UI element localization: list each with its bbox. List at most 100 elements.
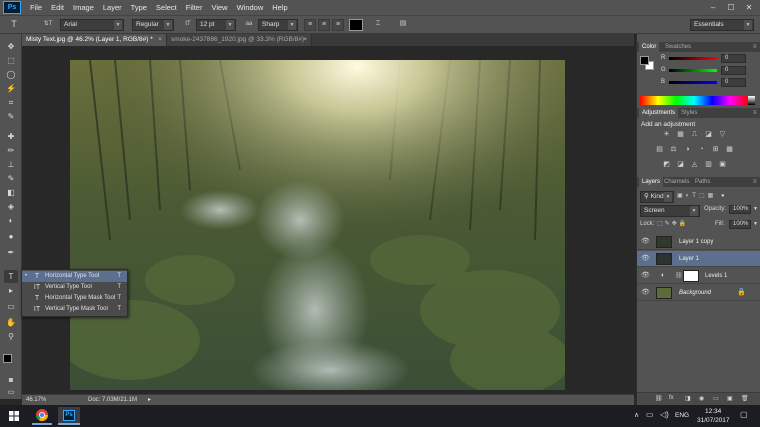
eraser-tool-icon[interactable]: ◧ xyxy=(4,186,18,199)
tab-swatches[interactable]: Swatches xyxy=(665,42,691,52)
selective-color-icon[interactable]: ▣ xyxy=(718,161,727,169)
layer-row[interactable]: 👁 Layer 1 copy xyxy=(637,234,760,250)
font-size-select[interactable]: 12 pt ▼ xyxy=(196,19,236,31)
quick-select-tool-icon[interactable]: ⚡ xyxy=(4,82,18,95)
panel-menu-icon[interactable]: ≡ xyxy=(753,108,757,118)
path-selection-tool-icon[interactable]: ▸ xyxy=(4,284,18,297)
tab-layers[interactable]: Layers xyxy=(639,177,664,187)
layer-filter-kind-select[interactable]: ⚲ Kind ▼ xyxy=(640,191,674,203)
color-ramp-bw[interactable] xyxy=(748,96,755,105)
text-color-swatch[interactable] xyxy=(349,19,363,31)
menu-image[interactable]: Image xyxy=(73,3,94,12)
menu-edit[interactable]: Edit xyxy=(51,3,64,12)
curves-icon[interactable]: ⎍ xyxy=(690,131,699,139)
color-lookup-icon[interactable]: ▦ xyxy=(725,146,734,154)
flyout-horizontal-type-mask[interactable]: T Horizontal Type Mask Tool T xyxy=(22,293,127,304)
new-group-icon[interactable]: ▭ xyxy=(713,395,719,402)
windows-start-icon[interactable] xyxy=(9,411,19,421)
volume-icon[interactable]: ◁) xyxy=(660,410,669,419)
screen-mode-icon[interactable]: ▭ xyxy=(4,386,18,399)
tab-misty-text[interactable]: Misty Text.jpg @ 46.2% (Layer 1, RGB/8#)… xyxy=(22,34,167,46)
chevron-up-icon[interactable]: ∧ xyxy=(634,411,639,419)
flyout-vertical-type[interactable]: IT Vertical Type Tool T xyxy=(22,282,127,293)
channel-mixer-icon[interactable]: ⊞ xyxy=(711,146,720,154)
levels-icon[interactable]: ▦ xyxy=(676,131,685,139)
lasso-tool-icon[interactable]: ◯ xyxy=(4,68,18,81)
posterize-icon[interactable]: ◪ xyxy=(676,161,685,169)
align-right-icon[interactable]: ≡ xyxy=(332,19,344,31)
gradient-map-icon[interactable]: ▥ xyxy=(704,161,713,169)
close-tab-icon[interactable]: × xyxy=(303,34,307,46)
warp-text-icon[interactable]: ⌶ xyxy=(372,19,384,31)
menu-select[interactable]: Select xyxy=(156,3,177,12)
fill-input[interactable]: 100% xyxy=(729,220,751,229)
rectangle-tool-icon[interactable]: ▭ xyxy=(4,300,18,313)
menu-file[interactable]: File xyxy=(30,3,42,12)
blend-mode-select[interactable]: Screen ▼ xyxy=(640,205,700,217)
blur-tool-icon[interactable]: ◐ xyxy=(4,214,18,227)
zoom-level[interactable]: 46.17% xyxy=(26,395,46,405)
flyout-vertical-type-mask[interactable]: IT Vertical Type Mask Tool T xyxy=(22,304,127,315)
status-menu-icon[interactable]: ▸ xyxy=(148,395,151,405)
align-center-icon[interactable]: ≡ xyxy=(318,19,330,31)
layer-row[interactable]: 👁 ◐ ⛓ Levels 1 xyxy=(637,268,760,284)
link-layers-icon[interactable]: ⛓ xyxy=(655,395,663,402)
hand-tool-icon[interactable]: ✋ xyxy=(4,316,18,329)
dodge-tool-icon[interactable]: ● xyxy=(4,230,18,243)
tab-color[interactable]: Color xyxy=(639,42,660,52)
brightness-icon[interactable]: ☀ xyxy=(662,131,671,139)
clock-date[interactable]: 31/07/2017 xyxy=(697,417,730,424)
invert-icon[interactable]: ◩ xyxy=(662,161,671,169)
tab-smoke[interactable]: smoke-2437886_1920.jpg @ 33.3% (RGB/8#) … xyxy=(167,34,312,46)
menu-layer[interactable]: Layer xyxy=(103,3,122,12)
brush-tool-icon[interactable]: ✏ xyxy=(4,144,18,157)
menu-filter[interactable]: Filter xyxy=(186,3,203,12)
type-tool-preset-icon[interactable]: T xyxy=(8,19,20,31)
crop-tool-icon[interactable]: ⌗ xyxy=(4,96,18,109)
color-spectrum[interactable] xyxy=(640,96,748,105)
menu-window[interactable]: Window xyxy=(237,3,264,12)
photo-filter-icon[interactable]: ◔ xyxy=(697,146,706,154)
eye-icon[interactable]: 👁 xyxy=(641,285,651,301)
font-family-select[interactable]: Arial ▼ xyxy=(60,19,124,31)
flyout-horizontal-type[interactable]: • T Horizontal Type Tool T xyxy=(22,271,127,282)
threshold-icon[interactable]: ◬ xyxy=(690,161,699,169)
channel-g-slider[interactable] xyxy=(669,69,717,72)
pen-tool-icon[interactable]: ✒ xyxy=(4,246,18,259)
panel-menu-icon[interactable]: ≡ xyxy=(753,177,757,187)
layer-row[interactable]: 👁 Layer 1 xyxy=(637,251,760,267)
workspace-select[interactable]: Essentials ▼ xyxy=(690,19,754,31)
hue-saturation-icon[interactable]: ▤ xyxy=(655,146,664,154)
opacity-input[interactable]: 100% xyxy=(729,205,751,214)
color-balance-icon[interactable]: ⚖ xyxy=(669,146,678,154)
channel-g-input[interactable]: 0 xyxy=(721,66,746,75)
eye-icon[interactable]: 👁 xyxy=(641,268,651,284)
zoom-tool-icon[interactable]: ⚲ xyxy=(4,330,18,343)
add-mask-icon[interactable]: ◨ xyxy=(685,395,691,402)
character-panel-icon[interactable]: ▤ xyxy=(397,19,409,31)
align-left-icon[interactable]: ≡ xyxy=(304,19,316,31)
healing-brush-tool-icon[interactable]: ✚ xyxy=(4,130,18,143)
foreground-color-swatch[interactable] xyxy=(3,354,12,363)
fx-icon[interactable]: fx xyxy=(669,395,674,401)
maximize-icon[interactable]: ☐ xyxy=(722,0,740,15)
close-icon[interactable]: ✕ xyxy=(740,0,758,15)
tab-styles[interactable]: Styles xyxy=(681,108,697,118)
lock-icons[interactable]: ⬚✎✥🔒 xyxy=(657,220,688,227)
paint-bucket-tool-icon[interactable]: ◈ xyxy=(4,200,18,213)
menu-help[interactable]: Help xyxy=(272,3,287,12)
channel-b-input[interactable]: 0 xyxy=(721,78,746,87)
history-brush-tool-icon[interactable]: ✎ xyxy=(4,172,18,185)
photoshop-taskbar-icon[interactable]: Ps xyxy=(58,407,80,425)
layer-row[interactable]: 👁 Background 🔒 xyxy=(637,285,760,301)
font-style-select[interactable]: Regular ▼ xyxy=(132,19,174,31)
move-tool-icon[interactable]: ✥ xyxy=(4,40,18,53)
eye-icon[interactable]: 👁 xyxy=(641,251,651,267)
eye-icon[interactable]: 👁 xyxy=(641,234,651,250)
tab-channels[interactable]: Channels xyxy=(664,177,689,187)
minimize-icon[interactable]: – xyxy=(704,0,722,15)
tab-paths[interactable]: Paths xyxy=(695,177,710,187)
text-orientation-icon[interactable]: ⇅T xyxy=(42,19,54,31)
adjustment-layer-icon[interactable]: ◉ xyxy=(699,395,704,402)
network-icon[interactable]: ▭ xyxy=(646,410,654,419)
